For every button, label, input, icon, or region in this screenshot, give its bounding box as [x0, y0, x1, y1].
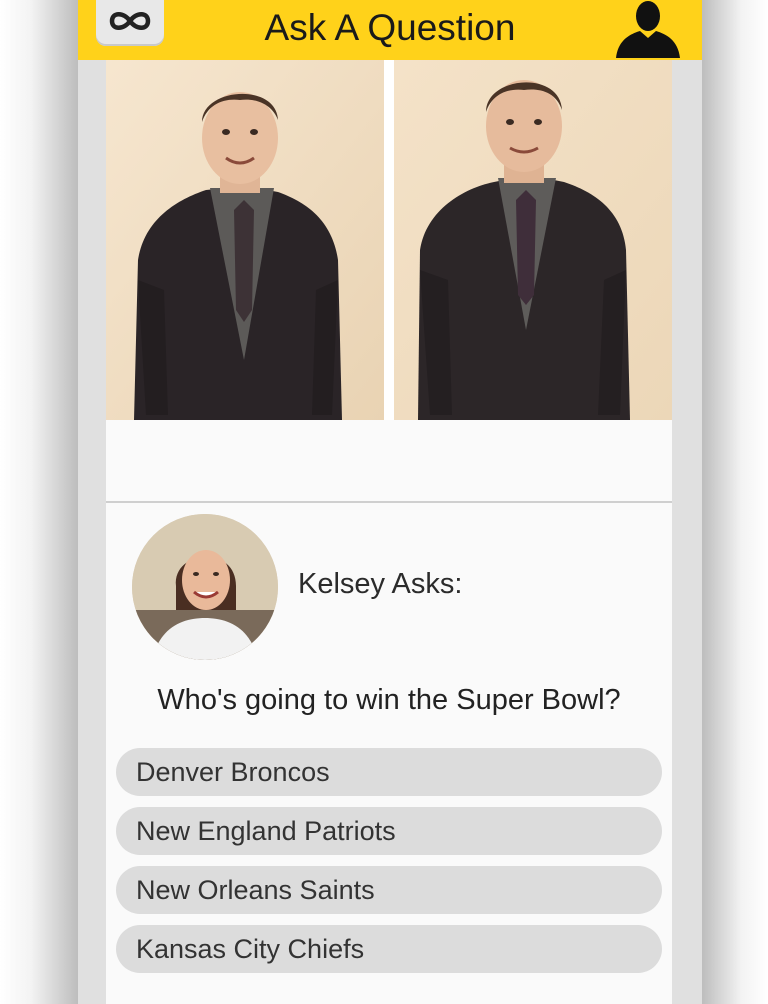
- answer-option-4[interactable]: Kansas City Chiefs: [116, 925, 662, 973]
- answer-option-1[interactable]: Denver Broncos: [116, 748, 662, 796]
- photo-separator: [384, 60, 394, 420]
- header-bar: Ask A Question: [78, 0, 702, 60]
- man-in-suit-photo-1: [106, 60, 384, 420]
- page-title: Ask A Question: [264, 7, 516, 48]
- page-shadow-right: [702, 0, 768, 1004]
- page-shadow-left: [0, 0, 78, 1004]
- man-in-suit-photo-2: [394, 60, 672, 420]
- answer-option-2[interactable]: New England Patriots: [116, 807, 662, 855]
- profile-button[interactable]: [612, 0, 684, 58]
- asker-label: Kelsey Asks:: [298, 568, 463, 600]
- photo-option-2[interactable]: [394, 60, 672, 420]
- woman-avatar-photo: [132, 514, 278, 660]
- photo-option-1[interactable]: [106, 60, 384, 420]
- asker-avatar: [132, 514, 278, 660]
- question-text: Who's going to win the Super Bowl?: [157, 684, 621, 716]
- app-screen: Ask A Question Kelsey Asks: Who's going …: [78, 0, 702, 1004]
- section-divider: [106, 501, 672, 503]
- answer-option-3[interactable]: New Orleans Saints: [116, 866, 662, 914]
- question-card: Kelsey Asks: Who's going to win the Supe…: [106, 60, 672, 1004]
